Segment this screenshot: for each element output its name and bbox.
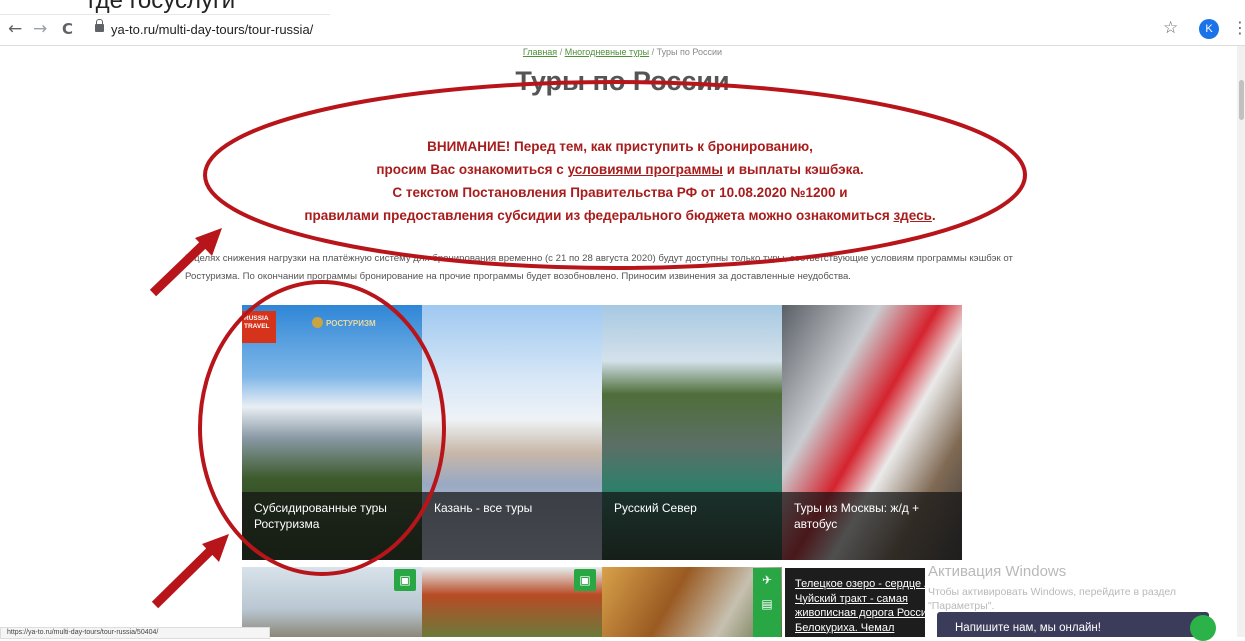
bus-icon: ▣ [394, 569, 416, 591]
address-bar[interactable]: ya-to.ru/multi-day-tours/tour-russia/ [111, 19, 313, 41]
warning-line: просим Вас ознакомиться с условиями прог… [220, 158, 1020, 181]
profile-avatar[interactable]: K [1199, 19, 1219, 39]
tile-caption-text: Туры из Москвы: ж/д + автобус [794, 501, 920, 531]
plane-icon: ✈ [761, 573, 773, 587]
windows-activation-title: Активация Windows [928, 563, 1067, 580]
russia-travel-logo: RUSSIA TRAVEL [242, 311, 276, 343]
booking-notice: В целях снижения нагрузки на платёжную с… [185, 253, 1013, 282]
forward-arrow-icon[interactable]: → [33, 19, 47, 39]
back-arrow-icon[interactable]: ← [8, 19, 22, 39]
tile-caption-text: Субсидированные туры Ростуризма [254, 501, 387, 531]
rostourism-logo: РОСТУРИЗМ [326, 319, 376, 328]
program-conditions-link[interactable]: условиями программы [568, 162, 723, 177]
warning-notice: ВНИМАНИЕ! Перед тем, как приступить к бр… [220, 135, 1020, 227]
tile-kazan-tours[interactable]: Казань - все туры [422, 305, 602, 560]
tile-caption-text: Русский Север [614, 501, 697, 515]
bookmark-star-icon[interactable]: ☆ [1163, 18, 1178, 38]
page-scrollbar[interactable] [1237, 46, 1245, 637]
emblem-icon [312, 317, 323, 328]
tile-caption: Туры из Москвы: ж/д + автобус [782, 492, 962, 560]
tile-moscow-rail-bus[interactable]: Туры из Москвы: ж/д + автобус [782, 305, 962, 560]
status-url-bar: https://ya-to.ru/multi-day-tours/tour-ru… [0, 627, 270, 639]
tile-caption: Русский Север [602, 492, 782, 560]
tile-rostourism-subsidized[interactable]: RUSSIA TRAVEL РОСТУРИЗМ Субсидированные … [242, 305, 422, 560]
warning-line: правилами предоставления субсидии из фед… [220, 204, 1020, 227]
browser-menu-icon[interactable]: ⋮ [1232, 18, 1245, 37]
warning-text: . [931, 208, 936, 223]
tile-russian-north[interactable]: Русский Север [602, 305, 782, 560]
breadcrumb-separator: / [649, 47, 657, 57]
browser-toolbar: ← → C ya-to.ru/multi-day-tours/tour-russ… [0, 15, 1245, 46]
chat-online-icon[interactable] [1190, 615, 1216, 641]
here-link[interactable]: здесь [893, 208, 931, 223]
train-icon: ▤ [761, 597, 773, 611]
windows-activation-subtitle: Чтобы активировать Windows, перейдите в … [928, 586, 1176, 612]
breadcrumb-current: Туры по России [656, 47, 723, 57]
warning-text: правилами предоставления субсидии из фед… [304, 208, 894, 223]
tile-caption: Субсидированные туры Ростуризма [242, 492, 422, 560]
breadcrumb-separator: / [557, 47, 565, 57]
lock-icon [95, 19, 104, 32]
breadcrumb: Главная / Многодневные туры / Туры по Ро… [0, 47, 1245, 57]
chat-label: Напишите нам, мы онлайн! [955, 622, 1101, 634]
top-caption: где госуслуги [0, 0, 330, 15]
annotation-arrow-tile [151, 534, 229, 609]
warning-text: и выплаты кэшбэка. [722, 162, 864, 177]
chat-widget[interactable]: Напишите нам, мы онлайн! [937, 612, 1209, 637]
transport-icons: ✈ ▤ [753, 568, 781, 637]
top-caption-text: где госуслуги [88, 0, 236, 14]
bus-icon: ▣ [574, 569, 596, 591]
tile-caption: Казань - все туры [422, 492, 602, 560]
breadcrumb-multiday-link[interactable]: Многодневные туры [565, 47, 649, 57]
warning-text: просим Вас ознакомиться с [376, 162, 568, 177]
warning-line: С текстом Постановления Правительства РФ… [392, 185, 848, 200]
page-title: Туры по России [515, 66, 730, 96]
tile-row2-2[interactable]: ▣ [422, 567, 602, 637]
reload-icon[interactable]: C [62, 19, 73, 39]
warning-line: ВНИМАНИЕ! Перед тем, как приступить к бр… [427, 139, 813, 154]
breadcrumb-home-link[interactable]: Главная [523, 47, 557, 57]
tile-caption-text: Казань - все туры [434, 501, 533, 515]
